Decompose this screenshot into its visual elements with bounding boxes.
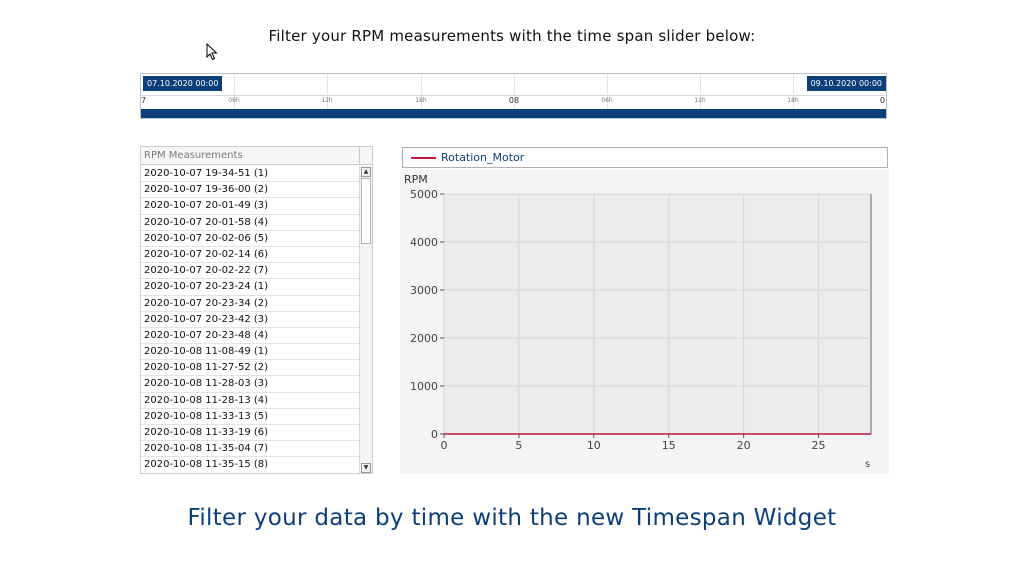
x-axis-label: s <box>865 459 870 470</box>
list-item[interactable]: 2020-10-07 20-01-49 (3) <box>141 198 360 215</box>
list-item[interactable]: 2020-10-07 19-34-51 (1) <box>141 166 360 183</box>
list-item[interactable]: 2020-10-07 19-36-00 (2) <box>141 182 360 199</box>
list-item[interactable]: 2020-10-08 11-27-52 (2) <box>141 360 360 377</box>
timespan-slider[interactable]: 7 06h 12h 18h 08 06h 12h 18h 0 07.10.202… <box>140 73 887 119</box>
y-tick-label: 1000 <box>410 380 438 393</box>
list-item[interactable]: 2020-10-07 20-23-34 (2) <box>141 296 360 312</box>
scroll-up-icon[interactable]: ▲ <box>361 167 371 177</box>
list-scrollbar[interactable]: ▲ ▼ <box>359 166 372 473</box>
list-item[interactable]: 2020-10-07 20-02-22 (7) <box>141 263 360 280</box>
ts-tick-label-day: 08 <box>508 96 520 105</box>
list-item[interactable]: 2020-10-08 11-28-13 (4) <box>141 393 360 409</box>
list-item[interactable]: 2020-10-07 20-23-48 (4) <box>141 328 360 345</box>
list-item[interactable]: 2020-10-08 11-33-13 (5) <box>141 409 360 425</box>
list-header: RPM Measurements <box>141 147 372 165</box>
list-item[interactable]: 2020-10-08 11-33-19 (6) <box>141 425 360 442</box>
ts-gridline <box>793 74 794 110</box>
ts-gridline <box>421 74 422 110</box>
page-title: Filter your RPM measurements with the ti… <box>268 27 756 45</box>
list-item[interactable]: 2020-10-07 20-02-14 (6) <box>141 247 360 264</box>
bottom-caption: Filter your data by time with the new Ti… <box>187 505 837 531</box>
y-tick-label: 4000 <box>410 236 438 249</box>
scroll-thumb[interactable] <box>361 178 371 244</box>
list-header-label: RPM Measurements <box>144 150 243 161</box>
ts-right-edge-label: 0 <box>879 96 885 105</box>
list-body: 2020-10-07 19-34-51 (1) 2020-10-07 19-36-… <box>141 166 360 473</box>
rpm-chart[interactable]: 0 5 10 15 20 25 0 1000 2000 3000 4000 5000 RPM s <box>400 170 889 474</box>
list-item[interactable]: 2020-10-08 11-35-15 (8) <box>141 457 360 473</box>
list-item[interactable]: 2020-10-07 20-23-42 (3) <box>141 312 360 328</box>
y-tick-label: 3000 <box>410 284 438 297</box>
y-tick-label: 2000 <box>410 332 438 345</box>
ts-tick-label: 12h <box>321 97 333 104</box>
scroll-down-icon[interactable]: ▼ <box>361 463 371 473</box>
y-tick-label: 5000 <box>410 188 438 201</box>
y-axis-label: RPM <box>404 173 428 186</box>
x-tick-label: 20 <box>737 439 751 452</box>
timespan-end-handle[interactable]: 09.10.2020 00:00 <box>806 76 886 91</box>
chart-canvas: 0 5 10 15 20 25 0 1000 2000 3000 4000 5000 RPM s <box>404 173 872 470</box>
header-divider <box>359 147 360 164</box>
list-item[interactable]: 2020-10-07 20-01-58 (4) <box>141 215 360 231</box>
x-tick-label: 25 <box>812 439 826 452</box>
x-tick-label: 15 <box>662 439 676 452</box>
timespan-start-handle[interactable]: 07.10.2020 00:00 <box>143 76 223 91</box>
ts-gridline <box>700 74 701 110</box>
ts-gridline <box>234 74 235 110</box>
chart-legend: Rotation_Motor <box>402 147 888 168</box>
timespan-selected-range[interactable] <box>141 109 886 118</box>
plot-area <box>443 193 872 435</box>
list-item[interactable]: 2020-10-07 20-23-24 (1) <box>141 279 360 296</box>
x-tick-label: 0 <box>441 439 448 452</box>
list-item[interactable]: 2020-10-08 11-08-49 (1) <box>141 344 360 361</box>
mouse-cursor-icon <box>206 43 218 61</box>
ts-tick-label: 06h <box>228 97 240 104</box>
ts-tick-label: 18h <box>787 97 799 104</box>
x-tick-label: 10 <box>587 439 601 452</box>
x-tick-label: 5 <box>515 439 522 452</box>
measurement-list[interactable]: RPM Measurements 2020-10-07 19-34-51 (1)… <box>140 146 373 474</box>
legend-label: Rotation_Motor <box>441 151 525 164</box>
ts-left-edge-label: 7 <box>141 96 147 105</box>
legend-swatch <box>411 157 436 159</box>
ts-tick-label: 12h <box>694 97 706 104</box>
y-tick-label: 0 <box>431 428 438 441</box>
list-item[interactable]: 2020-10-07 20-02-06 (5) <box>141 231 360 247</box>
list-item[interactable]: 2020-10-08 11-28-03 (3) <box>141 376 360 393</box>
list-item[interactable]: 2020-10-08 11-35-04 (7) <box>141 441 360 458</box>
ts-gridline <box>327 74 328 110</box>
ts-tick-label: 06h <box>601 97 613 104</box>
ts-gridline <box>607 74 608 110</box>
ts-tick-label: 18h <box>415 97 427 104</box>
